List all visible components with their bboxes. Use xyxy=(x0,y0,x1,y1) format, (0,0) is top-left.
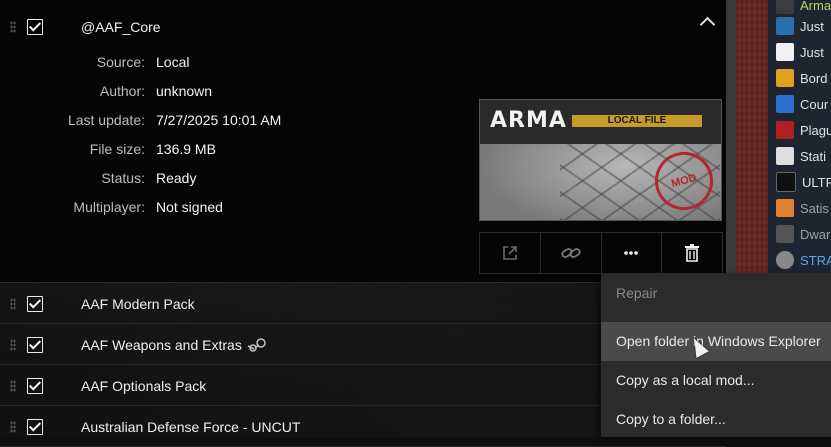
menu-item-open-folder[interactable]: Open folder in Windows Explorer xyxy=(601,322,831,361)
trash-icon xyxy=(685,244,700,262)
game-icon xyxy=(776,147,794,165)
mod-enabled-checkbox[interactable] xyxy=(27,419,43,435)
game-icon xyxy=(776,69,794,87)
game-icon xyxy=(776,199,794,217)
open-external-button[interactable] xyxy=(480,233,541,273)
drag-handle-icon[interactable] xyxy=(10,21,16,33)
detail-value-author: unknown xyxy=(156,83,213,99)
detail-label-file-size: File size: xyxy=(89,141,145,157)
game-item[interactable]: ULTR xyxy=(776,169,831,195)
game-label: Dwar xyxy=(800,226,831,242)
mod-enabled-checkbox[interactable] xyxy=(27,296,43,312)
mod-enabled-checkbox[interactable] xyxy=(27,337,43,353)
game-icon xyxy=(776,95,794,113)
more-icon xyxy=(624,251,639,255)
game-icon xyxy=(776,17,794,35)
local-file-banner: LOCAL FILE xyxy=(572,115,702,127)
detail-value-file-size: 136.9 MB xyxy=(156,141,216,157)
game-item[interactable]: Plagu xyxy=(776,117,831,143)
arma-logo: ARMA xyxy=(490,108,567,133)
game-icon xyxy=(776,251,794,269)
game-label: Bord xyxy=(800,70,828,86)
drag-handle-icon[interactable] xyxy=(10,298,16,310)
game-label: ULTR xyxy=(802,174,831,190)
game-label: Plagu xyxy=(800,122,831,138)
mod-title: AAF Optionals Pack xyxy=(81,378,207,394)
detail-label-last-update: Last update: xyxy=(67,112,145,128)
game-item[interactable]: Dwar xyxy=(776,221,831,247)
drag-handle-icon[interactable] xyxy=(10,339,16,351)
game-icon xyxy=(776,121,794,139)
game-label: Arma xyxy=(800,0,831,13)
game-item[interactable]: STRA xyxy=(776,247,831,273)
game-item[interactable]: Bord xyxy=(776,65,831,91)
detail-label-source: Source: xyxy=(96,54,145,70)
expanded-mod-panel: @AAF_Core Source: Local Author: unknown … xyxy=(0,0,726,283)
detail-label-author: Author: xyxy=(99,83,145,99)
drag-handle-icon[interactable] xyxy=(10,380,16,392)
drag-handle-icon[interactable] xyxy=(10,421,16,433)
game-label: STRA xyxy=(800,252,831,268)
detail-label-multiplayer: Multiplayer: xyxy=(73,199,145,215)
game-label: Satis xyxy=(800,200,829,216)
more-options-button[interactable] xyxy=(602,233,663,273)
mod-title: @AAF_Core xyxy=(81,19,161,35)
game-label: Just xyxy=(800,18,824,34)
mod-enabled-checkbox[interactable] xyxy=(27,378,43,394)
detail-value-multiplayer: Not signed xyxy=(156,199,223,215)
steam-icon xyxy=(247,338,266,352)
game-label: Just xyxy=(800,44,824,60)
game-label: Stati xyxy=(800,148,827,164)
delete-button[interactable] xyxy=(662,233,722,273)
copy-link-button[interactable] xyxy=(541,233,602,273)
game-item[interactable]: Just xyxy=(776,39,831,65)
mod-action-bar xyxy=(479,232,723,274)
game-icon xyxy=(776,43,794,61)
mod-title: AAF Weapons and Extras xyxy=(81,337,242,353)
chevron-up-icon[interactable] xyxy=(699,16,716,33)
game-icon xyxy=(776,0,794,14)
menu-item-copy-folder[interactable]: Copy to a folder... xyxy=(601,400,831,439)
detail-value-source: Local xyxy=(156,54,190,70)
context-menu: Repair Open folder in Windows Explorer C… xyxy=(601,273,831,437)
game-icon xyxy=(776,172,796,192)
game-item[interactable]: Stati xyxy=(776,143,831,169)
menu-item-repair[interactable]: Repair xyxy=(601,274,831,313)
game-item[interactable]: Just xyxy=(776,13,831,39)
game-icon xyxy=(776,225,794,243)
mod-thumbnail: ARMA LOCAL FILE MOD xyxy=(479,99,722,221)
mod-title: AAF Modern Pack xyxy=(81,296,195,312)
detail-value-status: Ready xyxy=(156,170,197,186)
link-icon xyxy=(560,248,581,258)
detail-value-last-update: 7/27/2025 10:01 AM xyxy=(156,112,282,128)
game-item[interactable]: Cour xyxy=(776,91,831,117)
mod-enabled-checkbox[interactable] xyxy=(27,19,43,35)
game-label: Cour xyxy=(800,96,829,112)
open-external-icon xyxy=(503,246,517,260)
mod-title: Australian Defense Force - UNCUT xyxy=(81,419,301,435)
menu-item-copy-local[interactable]: Copy as a local mod... xyxy=(601,361,831,400)
detail-label-status: Status: xyxy=(101,170,145,186)
game-item[interactable]: Satis xyxy=(776,195,831,221)
